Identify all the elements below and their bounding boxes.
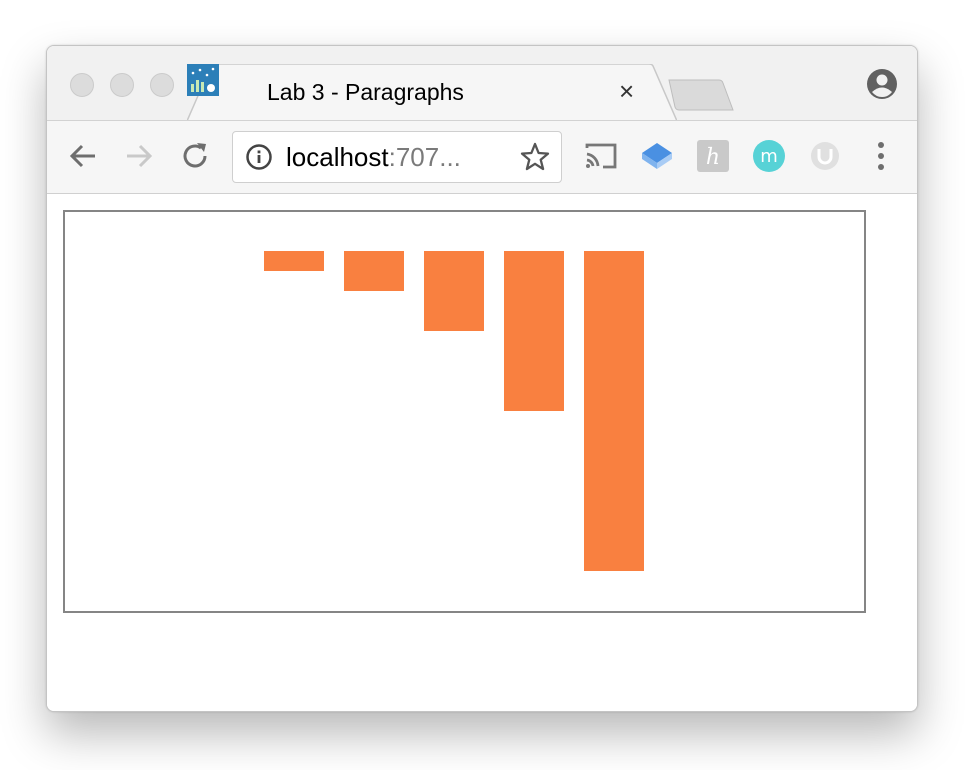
svg-text:m: m bbox=[760, 146, 778, 167]
bar-4 bbox=[504, 251, 564, 411]
bar-5 bbox=[584, 251, 644, 571]
url-host: localhost bbox=[286, 142, 389, 172]
info-icon[interactable] bbox=[245, 143, 273, 171]
bar-3 bbox=[424, 251, 484, 331]
three-dot-menu-icon[interactable] bbox=[863, 138, 899, 174]
page-content bbox=[47, 194, 917, 711]
new-tab-button[interactable] bbox=[665, 78, 735, 112]
profile-icon[interactable] bbox=[866, 68, 898, 100]
svg-text:h: h bbox=[706, 145, 720, 170]
tab-title: Lab 3 - Paragraphs bbox=[267, 79, 464, 105]
bar-1 bbox=[264, 251, 324, 271]
star-icon[interactable] bbox=[519, 141, 551, 173]
diamond-extension-icon[interactable] bbox=[639, 138, 675, 174]
tab-strip: Lab 3 - Paragraphs × bbox=[47, 46, 917, 121]
close-window-button[interactable] bbox=[70, 73, 94, 97]
zoom-window-button[interactable] bbox=[150, 73, 174, 97]
m-extension-icon[interactable]: m bbox=[751, 138, 787, 174]
bar-2 bbox=[344, 251, 404, 291]
minimize-window-button[interactable] bbox=[110, 73, 134, 97]
tab-close-button[interactable]: × bbox=[619, 76, 634, 106]
address-bar[interactable]: localhost:707... bbox=[232, 131, 562, 183]
tab-active[interactable]: Lab 3 - Paragraphs × bbox=[187, 64, 677, 121]
browser-window: Lab 3 - Paragraphs × localhost:707... h … bbox=[46, 45, 918, 712]
h-extension-icon[interactable]: h bbox=[695, 138, 731, 174]
arrow-right-icon[interactable] bbox=[121, 138, 157, 174]
u-extension-icon[interactable] bbox=[807, 138, 843, 174]
url-port: :707... bbox=[388, 142, 461, 172]
reload-icon[interactable] bbox=[177, 138, 213, 174]
favicon-icon bbox=[187, 64, 219, 96]
cast-icon[interactable] bbox=[583, 138, 619, 174]
bar-chart bbox=[264, 251, 644, 571]
url-text[interactable]: localhost:707... bbox=[286, 141, 461, 173]
arrow-left-icon[interactable] bbox=[65, 138, 101, 174]
chart-frame bbox=[63, 210, 866, 613]
browser-toolbar: localhost:707... h m bbox=[47, 120, 917, 194]
